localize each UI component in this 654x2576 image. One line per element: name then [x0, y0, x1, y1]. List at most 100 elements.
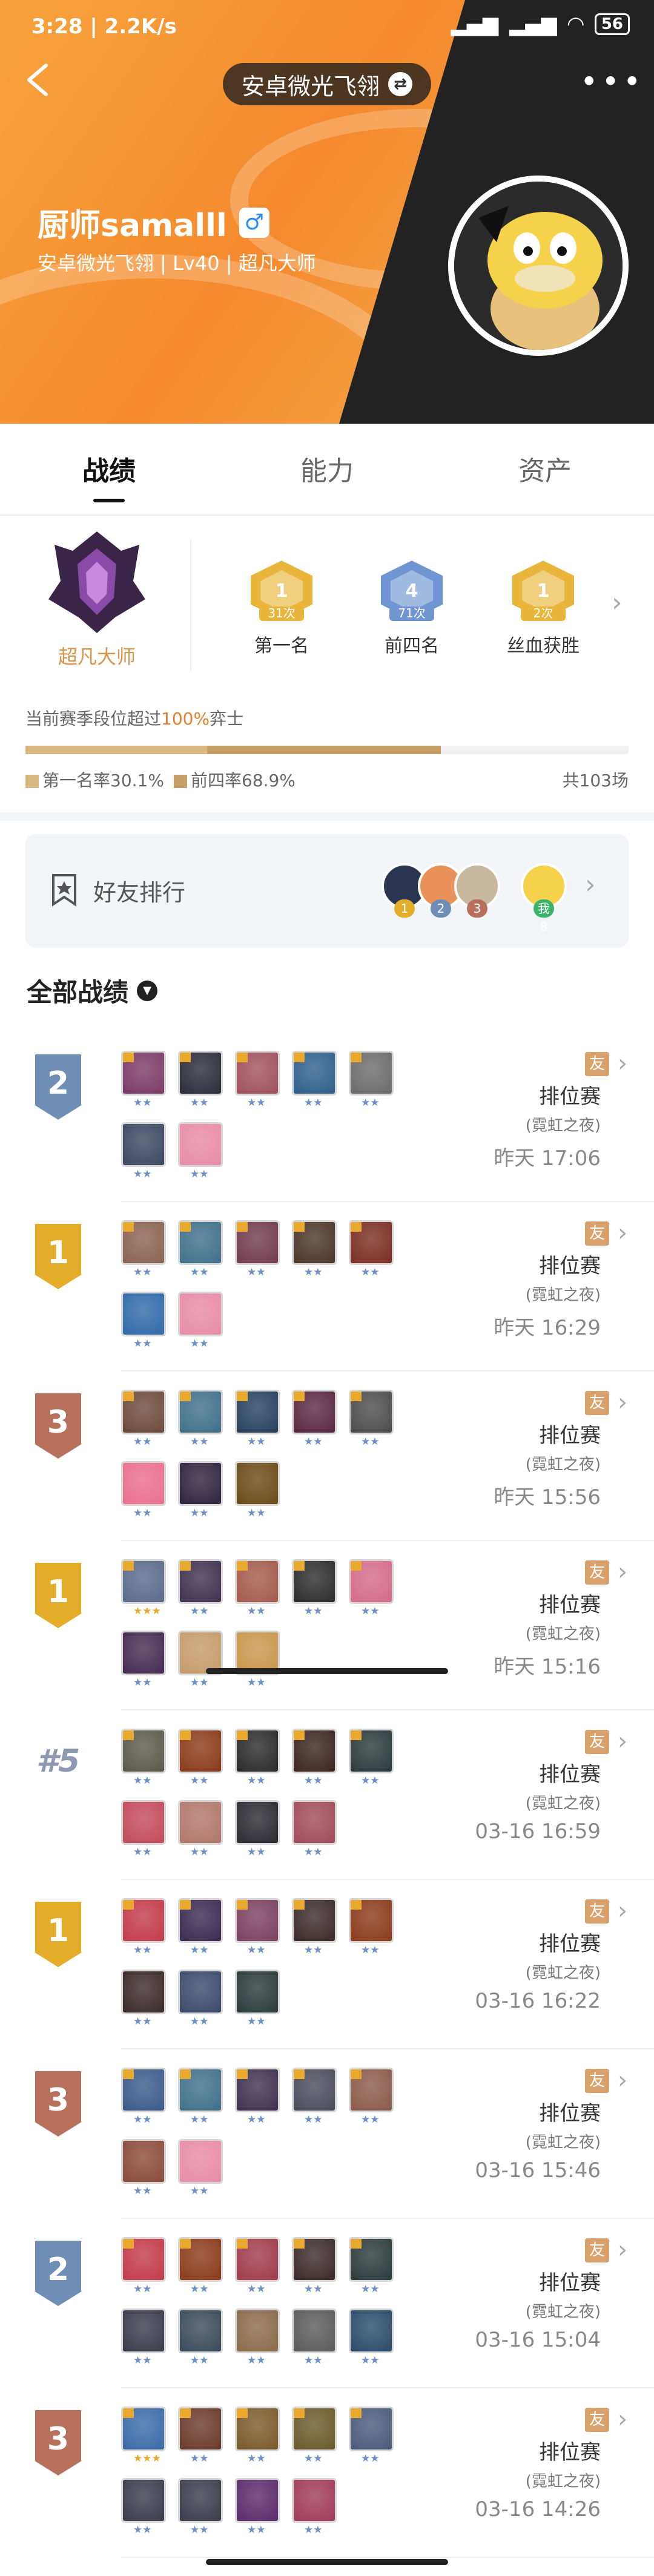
champion-icon[interactable] [235, 2237, 280, 2282]
rank-badge[interactable]: 超凡大师 [24, 527, 170, 684]
champion-icon[interactable] [235, 2068, 280, 2112]
medal-item[interactable]: 1 31次 第一名 [230, 557, 333, 657]
champion-icon[interactable] [235, 2478, 280, 2523]
champion-icon[interactable] [178, 2068, 223, 2112]
champion-icon[interactable] [292, 2478, 337, 2523]
match-row[interactable]: 3 ★★ ★★ ★★ ★★ ★★ ★★ ★★ 友 › 排位赛 (霓虹之夜) 03-16 15:46 [0, 2049, 654, 2219]
champion-icon[interactable] [178, 1559, 223, 1604]
champion-icon[interactable] [121, 1390, 166, 1434]
champion-icon[interactable] [121, 1631, 166, 1675]
champion-icon[interactable] [178, 1729, 223, 1773]
server-switch-button[interactable]: 安卓微光飞翎 ⇄ [223, 63, 431, 105]
champion-icon[interactable] [292, 1390, 337, 1434]
champion-icon[interactable] [349, 1559, 394, 1604]
champion-icon[interactable] [349, 2308, 394, 2353]
champion-icon[interactable] [178, 2308, 223, 2353]
champion-icon[interactable] [349, 1051, 394, 1096]
champion-icon[interactable] [349, 1220, 394, 1265]
champion-icon[interactable] [235, 1559, 280, 1604]
chevron-right-icon: › [618, 2066, 627, 2094]
champion-icon[interactable] [121, 1970, 166, 2014]
champion-icon[interactable] [235, 1220, 280, 1265]
champion-icon[interactable] [121, 1220, 166, 1265]
all-matches-filter[interactable]: 全部战绩 ▼ [27, 972, 158, 1009]
tab-records[interactable]: 战绩 [0, 449, 218, 502]
champion-icon[interactable] [178, 1292, 223, 1336]
player-avatar[interactable] [448, 176, 629, 356]
champion-icon[interactable] [178, 2139, 223, 2184]
champion-icon[interactable] [235, 2407, 280, 2451]
more-options-icon[interactable]: ••• [580, 67, 644, 97]
champion-icon[interactable] [121, 1461, 166, 1506]
match-row[interactable]: 2 ★★ ★★ ★★ ★★ ★★ ★★ ★★ ★★ ★★ ★★ 友 › 排位赛 (霓虹之夜) 03-16 15… [0, 2219, 654, 2388]
champion-icon[interactable] [292, 1898, 337, 1943]
champion-icon[interactable] [178, 1122, 223, 1167]
champion-icon[interactable] [178, 1898, 223, 1943]
champion-icon[interactable] [349, 1729, 394, 1773]
champion-icon[interactable] [121, 1729, 166, 1773]
champion-icon[interactable] [292, 1220, 337, 1265]
champion-icon[interactable] [349, 2407, 394, 2451]
champion-icon[interactable] [121, 1898, 166, 1943]
champion-icon[interactable] [292, 1051, 337, 1096]
match-info: 友 › 排位赛 (霓虹之夜) 03-16 14:26 [475, 2405, 627, 2522]
back-arrow-icon[interactable] [24, 62, 51, 98]
medal-item[interactable]: 1 2次 丝血获胜 [492, 557, 595, 657]
tab-assets[interactable]: 资产 [436, 449, 654, 488]
champion-icon[interactable] [235, 1390, 280, 1434]
champion-icon[interactable] [292, 1800, 337, 1845]
champion-icon[interactable] [235, 2308, 280, 2353]
champion-icon[interactable] [121, 2237, 166, 2282]
champion-icon[interactable] [121, 2139, 166, 2184]
champion-icon[interactable] [121, 2068, 166, 2112]
champion-icon[interactable] [121, 1800, 166, 1845]
champion-icon[interactable] [121, 2407, 166, 2451]
champion-icon[interactable] [292, 1729, 337, 1773]
champion-icon[interactable] [178, 2407, 223, 2451]
champion-icon[interactable] [178, 2478, 223, 2523]
champion-icon[interactable] [292, 2407, 337, 2451]
champion-icon[interactable] [121, 2308, 166, 2353]
match-row[interactable]: 3 ★★ ★★ ★★ ★★ ★★ ★★ ★★ ★★ 友 › 排位赛 (霓虹之夜) 昨天 15:56 [0, 1372, 654, 1541]
champion-icon[interactable] [121, 1292, 166, 1336]
champion-icon[interactable] [178, 1461, 223, 1506]
tab-ability[interactable]: 能力 [218, 449, 436, 488]
champion-icon[interactable] [121, 1051, 166, 1096]
champion-icon[interactable] [235, 1800, 280, 1845]
match-row[interactable]: 3 ★★★ ★★ ★★ ★★ ★★ ★★ ★★ ★★ ★★ 友 › 排位赛 (霓虹之夜) 03-16 14:… [0, 2388, 654, 2558]
champion-icon[interactable] [292, 1559, 337, 1604]
champion-icon[interactable] [292, 2308, 337, 2353]
champion-icon[interactable] [349, 1390, 394, 1434]
champion-icon[interactable] [235, 1051, 280, 1096]
match-row[interactable]: 2 ★★ ★★ ★★ ★★ ★★ ★★ ★★ 友 › 排位赛 (霓虹之夜) 昨天 17:06 [0, 1033, 654, 1202]
champion-icon[interactable] [349, 1898, 394, 1943]
champion-icon[interactable] [292, 2068, 337, 2112]
placement-rate-bar [25, 746, 629, 754]
champion-icon[interactable] [235, 1461, 280, 1506]
champion-icon[interactable] [121, 2478, 166, 2523]
champion-icon[interactable] [178, 2237, 223, 2282]
champion-icon[interactable] [178, 1220, 223, 1265]
champion-icon[interactable] [178, 1800, 223, 1845]
star-level: ★★ [247, 2114, 266, 2126]
match-row[interactable]: 1 ★★ ★★ ★★ ★★ ★★ ★★ ★★ ★★ 友 › 排位赛 (霓虹之夜) 03-16 16:22 [0, 1880, 654, 2049]
match-row[interactable]: #5 ★★ ★★ ★★ ★★ ★★ ★★ ★★ ★★ ★★ 友 › 排位赛 (霓虹之夜) 03-16 16:… [0, 1710, 654, 1880]
friend-ranking-card[interactable]: 好友排行 1 2 3 我8 › [25, 834, 629, 948]
champion-icon[interactable] [235, 1970, 280, 2014]
champion-icon[interactable] [235, 1898, 280, 1943]
champion-icon[interactable] [121, 1122, 166, 1167]
chevron-right-icon[interactable]: › [612, 587, 623, 618]
medal-item[interactable]: 4 71次 前四名 [360, 557, 463, 657]
champion-icon[interactable] [121, 1559, 166, 1604]
champion-icon[interactable] [292, 2237, 337, 2282]
champion-icon[interactable] [235, 1729, 280, 1773]
match-row[interactable]: 1 ★★ ★★ ★★ ★★ ★★ ★★ ★★ 友 › 排位赛 (霓虹之夜) 昨天 16:29 [0, 1202, 654, 1372]
scroll-indicator [206, 1668, 448, 1674]
champion-icon[interactable] [349, 2237, 394, 2282]
chevron-right-icon: › [618, 2236, 627, 2264]
match-row[interactable]: 1 ★★★ ★★ ★★ ★★ ★★ ★★ ★★ ★★ 友 › 排位赛 (霓虹之夜) 昨天 15:16 [0, 1541, 654, 1710]
champion-icon[interactable] [178, 1390, 223, 1434]
champion-icon[interactable] [349, 2068, 394, 2112]
champion-icon[interactable] [178, 1970, 223, 2014]
champion-icon[interactable] [178, 1051, 223, 1096]
